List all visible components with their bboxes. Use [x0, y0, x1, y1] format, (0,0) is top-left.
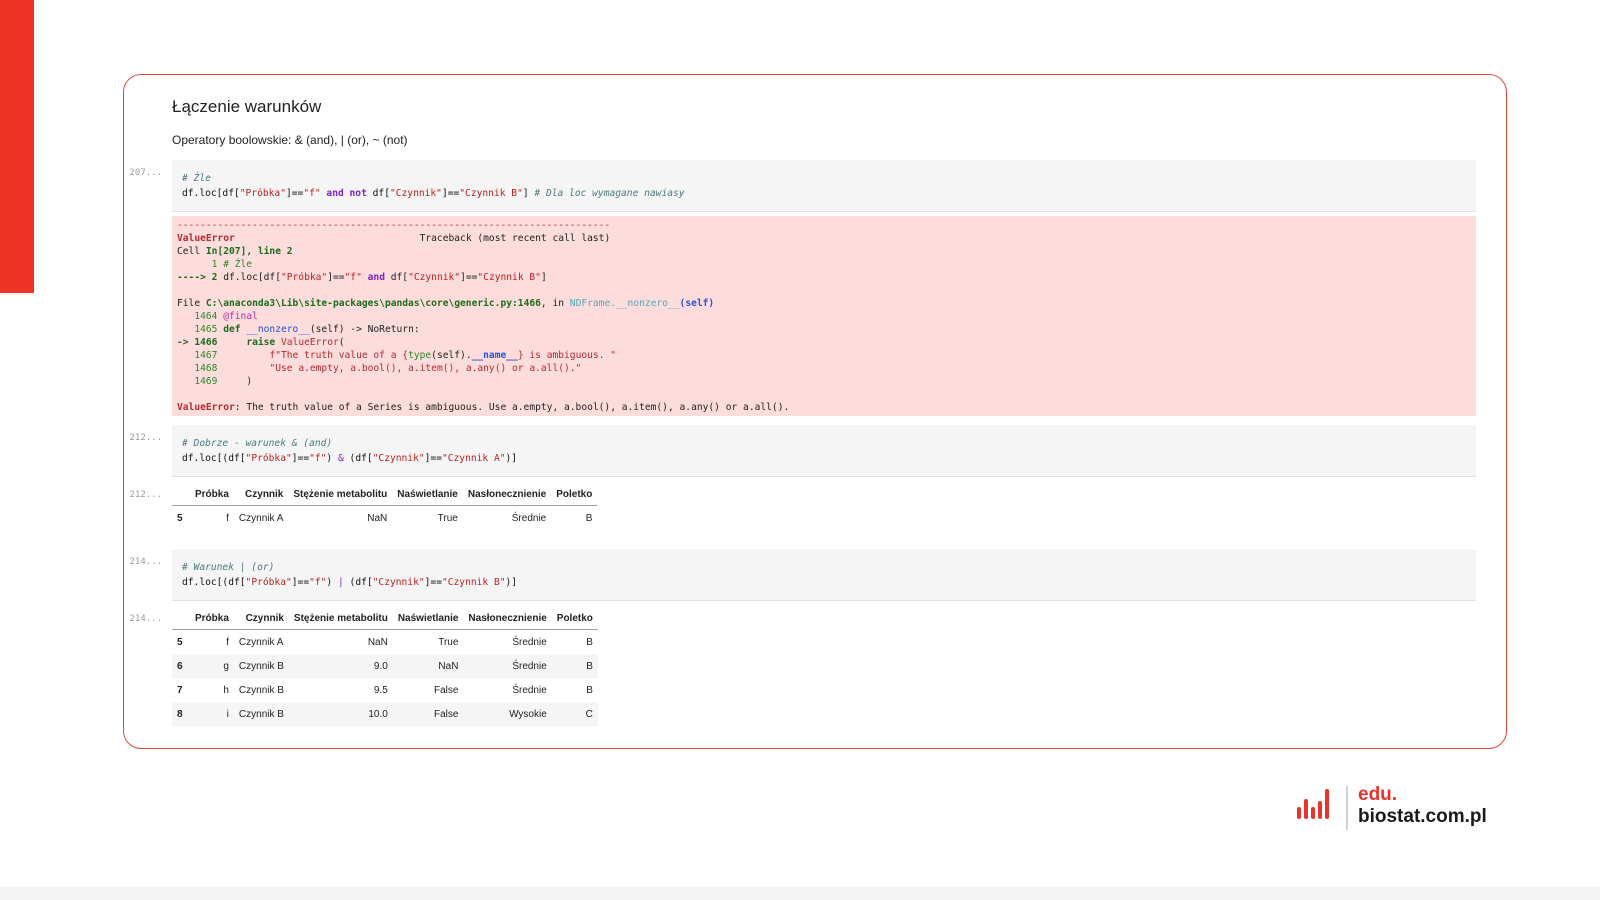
traceback-file-link[interactable]: C:\anaconda3\Lib\site-packages\pandas\co…	[206, 298, 541, 309]
table-cell: Wysokie	[463, 702, 552, 726]
row-index: 8	[172, 702, 190, 726]
column-header: Naświetlanie	[392, 607, 464, 630]
error-traceback-output: ----------------------------------------…	[172, 216, 1476, 416]
table-cell: 9.5	[373, 684, 388, 696]
code-cell-or-condition[interactable]: # Warunek | (or) df.loc[(df["Próbka"]=="…	[172, 549, 1476, 601]
column-header: Próbka	[190, 607, 234, 630]
table-cell: Czynnik B	[233, 654, 289, 678]
code-cell-and-condition[interactable]: # Dobrze - warunek & (and) df.loc[(df["P…	[172, 425, 1476, 477]
row-index: 5	[177, 512, 183, 524]
table-cell: Czynnik B	[238, 684, 284, 696]
output-prompt-214: 214...	[129, 614, 162, 624]
logo-divider	[1346, 786, 1348, 830]
table-row: 6 g Czynnik B 9.0 NaN Średnie B	[172, 654, 598, 678]
column-header: Czynnik	[233, 607, 289, 630]
table-cell: True	[438, 636, 459, 648]
table-cell: False	[392, 702, 464, 726]
column-header: Nasłonecznienie	[463, 607, 552, 630]
table-cell: Czynnik A	[238, 512, 284, 524]
table-cell: NaN	[367, 636, 388, 648]
table-cell: f	[226, 636, 229, 648]
logo-bars-icon	[1297, 789, 1329, 819]
table-header-row: Próbka Czynnik Stężenie metabolitu Naświ…	[172, 607, 598, 630]
cell-prompt-207: 207...	[129, 168, 162, 178]
section-heading: Łączenie warunków	[172, 97, 322, 116]
table-row: 8 i Czynnik B 10.0 False Wysokie C	[172, 702, 598, 726]
dataframe-output-and: Próbka Czynnik Stężenie metabolitu Naświ…	[172, 483, 598, 531]
table-cell: B	[586, 636, 593, 648]
table-cell: B	[586, 684, 593, 696]
column-header	[172, 607, 190, 630]
logo-text-edu: edu.	[1358, 784, 1398, 805]
footer-strip	[0, 887, 1600, 900]
code-comment: # Źle	[182, 173, 211, 184]
table-row: 5 f Czynnik A NaN True Średnie B	[172, 506, 597, 531]
table-cell: i	[190, 702, 234, 726]
table-cell: h	[223, 684, 229, 696]
output-prompt-212: 212...	[129, 490, 162, 500]
table-cell: Średnie	[512, 636, 547, 648]
logo-text-domain: biostat.com.pl	[1358, 806, 1487, 827]
table-cell: B	[551, 654, 598, 678]
column-header: Poletko	[551, 607, 598, 630]
column-header: Poletko	[551, 483, 598, 506]
table-row: 5 f Czynnik A NaN True Średnie B	[172, 630, 598, 655]
column-header: Czynnik	[233, 483, 289, 506]
table-cell: 10.0	[288, 702, 393, 726]
table-cell: C	[551, 702, 598, 726]
table-cell: f	[226, 512, 229, 524]
column-header: Próbka	[190, 483, 234, 506]
table-header-row: Próbka Czynnik Stężenie metabolitu Naświ…	[172, 483, 598, 506]
table-cell: True	[437, 512, 458, 524]
column-header: Nasłonecznienie	[462, 483, 552, 506]
row-index: 7	[177, 684, 183, 696]
row-index: 6	[172, 654, 190, 678]
code-cell-bad-condition[interactable]: # Źle df.loc[df["Próbka"]=="f" and not d…	[172, 160, 1476, 212]
table-cell: False	[433, 684, 459, 696]
row-index: 5	[177, 636, 183, 648]
table-cell: 9.0	[288, 654, 393, 678]
dataframe-output-or: Próbka Czynnik Stężenie metabolitu Naświ…	[172, 607, 598, 726]
column-header: Stężenie metabolitu	[288, 483, 393, 506]
table-cell: Czynnik B	[233, 702, 289, 726]
table-cell: g	[190, 654, 234, 678]
cell-prompt-212: 212...	[129, 433, 162, 443]
code-comment: # Dobrze - warunek & (and)	[182, 438, 333, 449]
table-cell: Średnie	[463, 654, 552, 678]
table-cell: Średnie	[512, 684, 547, 696]
column-header: Stężenie metabolitu	[288, 607, 393, 630]
table-cell: B	[585, 512, 593, 524]
section-description: Operatory boolowskie: & (and), | (or), ~…	[172, 133, 408, 147]
table-row: 7 h Czynnik B 9.5 False Średnie B	[172, 678, 598, 702]
column-header: Naświetlanie	[392, 483, 463, 506]
table-cell: Czynnik A	[238, 636, 284, 648]
brand-accent-bar	[0, 0, 34, 293]
code-comment: # Warunek | (or)	[182, 562, 275, 573]
table-cell: NaN	[367, 512, 388, 524]
table-cell: Średnie	[511, 512, 547, 524]
table-cell: NaN	[392, 654, 464, 678]
column-header	[172, 483, 190, 506]
cell-prompt-214: 214...	[129, 557, 162, 567]
